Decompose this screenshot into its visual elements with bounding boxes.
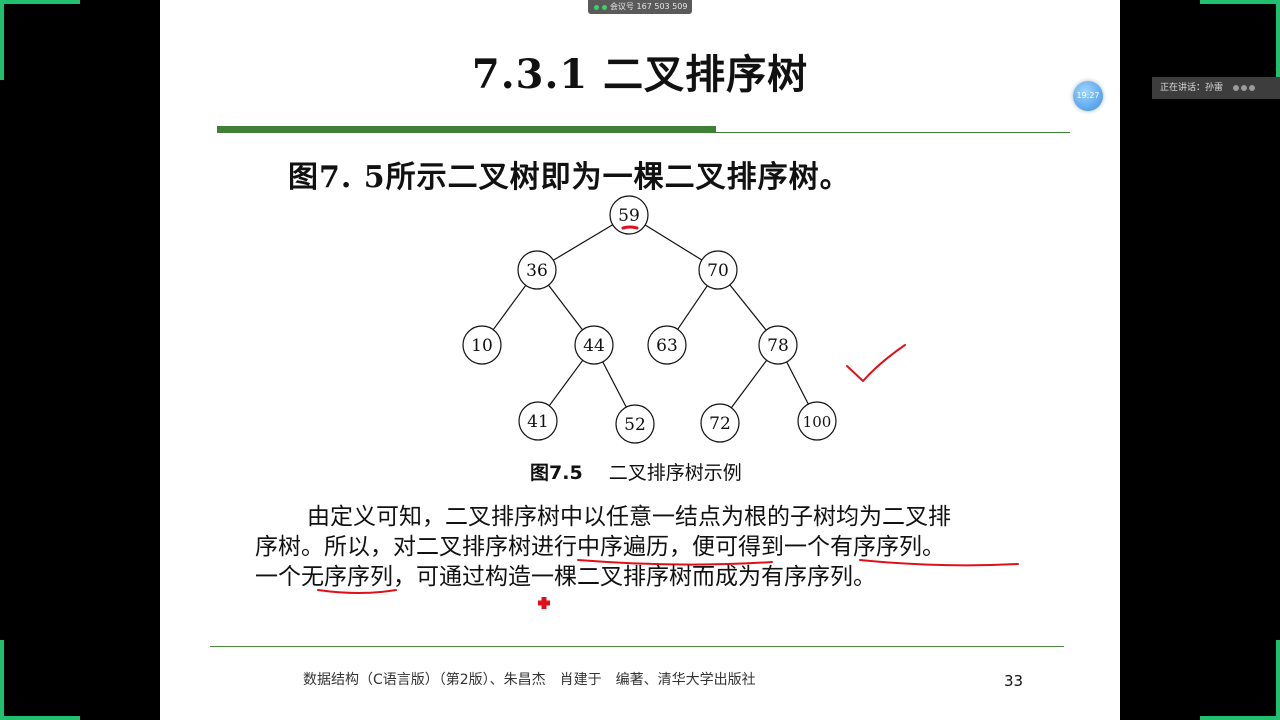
speaker-status-bar[interactable]: 正在讲话：孙雷 (1152, 77, 1280, 99)
tree-node-label-70: 70 (707, 261, 729, 281)
page-number: 33 (1004, 672, 1024, 690)
more-icon[interactable] (1233, 85, 1256, 91)
meeting-id-label: 会议号 167 503 509 (610, 2, 688, 11)
tree-node-label-36: 36 (526, 261, 548, 281)
tree-edge-59-36 (553, 224, 613, 261)
tree-node-label-10: 10 (471, 336, 493, 356)
tree-node-label-63: 63 (656, 336, 678, 356)
tree-edge-44-52 (602, 361, 627, 408)
figure-caption: 图7.5 二叉排序树示例 (530, 458, 742, 485)
pen-checkmark (846, 344, 906, 382)
figure-caption-text: 二叉排序树示例 (608, 462, 742, 484)
tree-node-label-44: 44 (583, 336, 605, 356)
tree-node-label-100: 100 (803, 413, 832, 431)
tree-node-label-41: 41 (527, 412, 549, 432)
tree-node-label-78: 78 (767, 336, 789, 356)
tree-edge-36-10 (492, 284, 527, 331)
tree-edge-44-41 (548, 359, 584, 407)
tree-edge-70-78 (729, 284, 767, 331)
frame-corner-br-v (1276, 640, 1280, 720)
figure-number: 图7.5 (530, 462, 583, 484)
pen-underline-59 (621, 225, 639, 230)
presentation-slide: 7.3.1 二叉排序树 19:27 图7. 5所示二叉树即为一棵二叉排序树。 5… (160, 0, 1120, 720)
tree-edge-59-70 (644, 224, 703, 261)
paragraph-line-1: 由定义可知，二叉排序树中以任意一结点为根的子树均为二叉排 (307, 504, 951, 530)
tree-node-label-52: 52 (624, 415, 646, 435)
frame-corner-tr-v (1276, 0, 1280, 80)
binary-search-tree-diagram: 59 36 70 10 44 63 78 41 52 72 100 (317, 195, 1019, 609)
tree-edge-78-100 (786, 361, 809, 405)
mic-status-icon (594, 4, 599, 10)
meeting-id-badge[interactable]: 会议号 167 503 509 (588, 0, 692, 14)
paragraph-line-3: 一个无序序列，可通过构造一棵二叉排序树而成为有序序列。 (255, 564, 876, 590)
tree-edge-78-72 (730, 359, 768, 409)
footer-credit: 数据结构（C语言版）（第2版）、朱昌杰 肖建于 编著、清华大学出版社 (303, 672, 756, 688)
paragraph-line-2: 序树。所以，对二叉排序树进行中序遍历，便可得到一个有序序列。 (255, 534, 945, 560)
frame-corner-tl (0, 0, 80, 4)
frame-corner-tr (1200, 0, 1280, 4)
frame-corner-br (1200, 716, 1280, 720)
tree-nodes: 59 36 70 10 44 63 78 41 52 72 100 (462, 195, 837, 444)
frame-corner-tl-v (0, 0, 4, 80)
footer-rule (210, 646, 1064, 647)
tree-edge-70-63 (677, 285, 708, 330)
tree-node-label-72: 72 (709, 414, 731, 434)
explanation-paragraph: 由定义可知，二叉排序树中以任意一结点为根的子树均为二叉排 序树。所以，对二叉排序… (255, 502, 1065, 592)
tree-edge-36-44 (548, 284, 583, 331)
tree-node-label-59: 59 (618, 206, 640, 226)
speaker-label: 正在讲话：孙雷 (1160, 83, 1224, 93)
frame-corner-bl-v (0, 640, 4, 720)
pen-cursor-cross (538, 597, 550, 609)
camera-status-icon (602, 4, 607, 10)
frame-corner-bl (0, 716, 80, 720)
